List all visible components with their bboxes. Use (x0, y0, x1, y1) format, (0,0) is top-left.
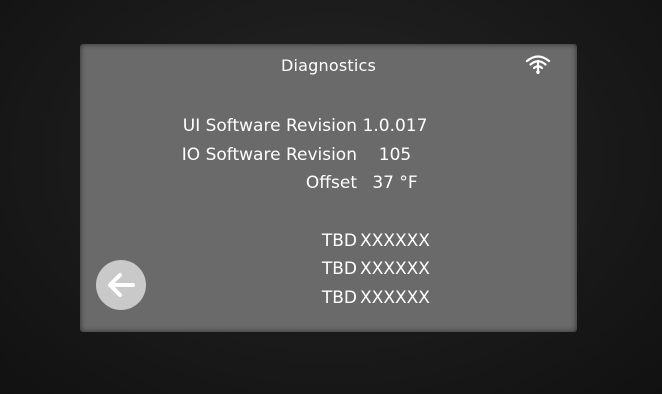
row-value: 1.0.017 (362, 116, 428, 136)
page-title: Diagnostics (280, 56, 377, 75)
diagnostic-row-tbd: TBD XXXXXX (80, 288, 577, 314)
diagnostic-row-tbd: TBD XXXXXX (80, 231, 577, 257)
diagnostics-screen: Diagnostics UI Software Revision 1.0.017… (80, 44, 577, 332)
row-value: XXXXXX (360, 288, 430, 308)
row-value: XXXXXX (360, 231, 430, 251)
row-value: 37 °F (372, 173, 418, 193)
back-button[interactable] (96, 260, 146, 310)
row-value: XXXXXX (360, 259, 430, 279)
row-value: 105 (378, 145, 412, 165)
arrow-left-icon (106, 272, 136, 298)
diagnostic-row-tbd: TBD XXXXXX (80, 259, 577, 285)
wifi-icon (525, 53, 551, 75)
diagnostic-row-io-software-revision: IO Software Revision 105 (80, 145, 577, 171)
diagnostic-row-ui-software-revision: UI Software Revision 1.0.017 (80, 116, 577, 142)
diagnostic-row-offset: Offset 37 °F (80, 173, 577, 199)
